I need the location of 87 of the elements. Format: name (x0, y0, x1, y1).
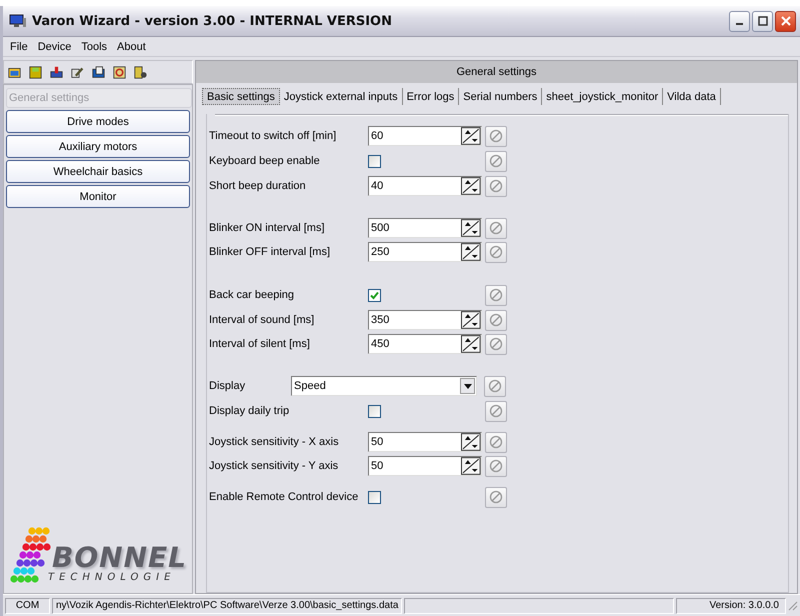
window-title: Varon Wizard - version 3.00 - INTERNAL VERSION (32, 14, 393, 28)
reset-button[interactable] (485, 400, 507, 422)
field-label: Blinker OFF interval [ms] (209, 246, 332, 258)
tab[interactable]: Vilda data (663, 88, 721, 105)
spin-field[interactable]: 50 (368, 432, 482, 452)
field-label: Joystick sensitivity - Y axis (209, 460, 340, 472)
folder-icon[interactable] (8, 66, 21, 78)
reset-button[interactable] (485, 284, 507, 306)
spin-field[interactable]: 250 (368, 242, 482, 262)
reset-button[interactable] (485, 150, 507, 172)
caret-icon (464, 384, 472, 388)
tab[interactable]: Joystick external inputs (280, 88, 403, 105)
logo-tagline: TECHNOLOGIE (48, 572, 176, 583)
spinner-icon[interactable] (461, 243, 481, 261)
sidebar-item[interactable]: Drive modes (6, 110, 190, 133)
prohibited-icon (489, 221, 503, 235)
checkbox-label: Enable Remote Control device (209, 491, 360, 503)
checkbox[interactable] (368, 288, 381, 302)
spinner-icon[interactable] (461, 127, 481, 145)
spin-field[interactable]: 40 (368, 176, 482, 196)
maximize-button[interactable] (752, 10, 773, 32)
tab[interactable]: Error logs (402, 88, 460, 105)
field-label: Short beep duration (209, 180, 307, 192)
checkbox[interactable] (368, 404, 381, 418)
sidebar-item[interactable]: Wheelchair basics (6, 160, 190, 183)
spinner-icon[interactable] (461, 219, 481, 237)
spinner-icon[interactable] (461, 335, 481, 353)
checkbox[interactable] (368, 154, 381, 168)
floppy-icon[interactable] (29, 66, 42, 78)
spinner-icon[interactable] (461, 457, 481, 475)
size-grip-icon[interactable] (788, 600, 798, 610)
spinner-icon[interactable] (461, 433, 481, 451)
close-icon (780, 16, 790, 26)
menu-item[interactable]: File (5, 40, 33, 52)
menu-item[interactable]: Device (32, 40, 76, 52)
reset-button[interactable] (485, 486, 507, 508)
prohibited-icon (489, 288, 503, 302)
dropdown[interactable]: Speed (291, 376, 477, 396)
panel-header: General settings (196, 61, 797, 83)
menu-item[interactable]: About (112, 40, 151, 52)
prohibited-icon (489, 154, 503, 168)
tab[interactable]: Basic settings (202, 88, 280, 105)
checkbox[interactable] (368, 490, 381, 504)
monitor-icon (9, 14, 27, 28)
spin-field[interactable]: 350 (368, 310, 482, 330)
field-label: Interval of sound [ms] (209, 314, 316, 326)
checkbox-label: Display daily trip (209, 405, 290, 417)
device-icon[interactable] (50, 66, 63, 78)
field-label: Blinker ON interval [ms] (209, 222, 326, 234)
minimize-button[interactable] (729, 10, 750, 32)
prohibited-icon (489, 245, 503, 259)
tab[interactable]: sheet_joystick_monitor (542, 88, 664, 105)
prohibited-icon (489, 337, 503, 351)
prohibited-icon (489, 313, 503, 327)
prohibited-icon (489, 435, 503, 449)
spinner-icon[interactable] (461, 311, 481, 329)
sidebar-item[interactable]: Monitor (6, 185, 190, 208)
checkbox-label: Back car beeping (209, 289, 295, 301)
prohibited-icon (488, 379, 502, 393)
tab[interactable]: Serial numbers (459, 88, 542, 105)
dropdown-label: Display (209, 380, 246, 392)
status-path: ny\Vozik Agendis-Richter\Elektro\PC Software\Verze 3.00\basic_settings.data (52, 598, 402, 614)
close-button[interactable] (775, 10, 796, 32)
prohibited-icon (489, 459, 503, 473)
menu-item[interactable]: Tools (76, 40, 112, 52)
spin-field[interactable]: 60 (368, 126, 482, 146)
spin-field[interactable]: 450 (368, 334, 482, 354)
minimize-icon (736, 23, 743, 25)
document-icon[interactable] (92, 66, 105, 78)
prohibited-icon (489, 404, 503, 418)
sidebar-item[interactable]: Auxiliary motors (6, 135, 190, 158)
check-icon (369, 290, 380, 300)
status-port: COM (5, 598, 50, 614)
spinner-icon[interactable] (461, 177, 481, 195)
maximize-icon (758, 16, 768, 26)
spin-field[interactable]: 500 (368, 218, 482, 238)
prohibited-icon (489, 490, 503, 504)
logo-name: BONNEL (52, 544, 187, 572)
field-label: Interval of silent [ms] (209, 338, 311, 350)
status-version: Version: 3.0.0.0 (676, 598, 786, 614)
prohibited-icon (489, 129, 503, 143)
checkbox-label: Keyboard beep enable (209, 155, 321, 167)
field-label: Timeout to switch off [min] (209, 130, 338, 142)
reset-button[interactable] (484, 376, 506, 396)
prohibited-icon (489, 179, 503, 193)
field-label: Joystick sensitivity - X axis (209, 436, 340, 448)
spin-field[interactable]: 50 (368, 456, 482, 476)
